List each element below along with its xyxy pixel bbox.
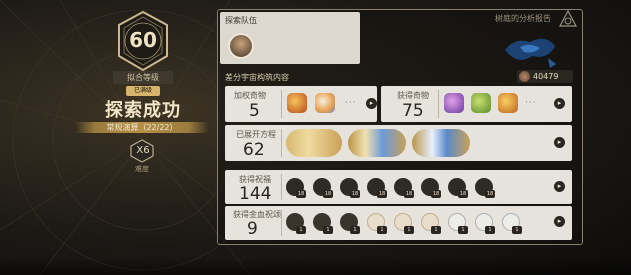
golden-blessing-badge: 1 [458, 226, 468, 234]
obtained-curios-label: 获得奇物 [397, 91, 429, 100]
more-curios-indicator: ··· [345, 98, 357, 108]
blessing-badge: 18 [485, 190, 495, 198]
blessings-arrow-icon[interactable]: ▸ [554, 181, 565, 192]
equations-label: 已展开方程 [236, 130, 276, 139]
obtained-curios-arrow-icon[interactable]: ▸ [554, 98, 565, 109]
score-value: 40479 [533, 72, 559, 81]
golden-blessing-badge: 1 [323, 226, 333, 234]
divider [438, 90, 439, 118]
golden-blessing-badge: 1 [377, 226, 387, 234]
player-avatar [519, 71, 530, 82]
character-avatar[interactable] [228, 33, 254, 59]
blessing-badge: 18 [350, 190, 360, 198]
golden-blessing-badge: 1 [404, 226, 414, 234]
equations-value: 62 [243, 140, 265, 160]
weighted-curios-value: 5 [249, 101, 260, 121]
mode-progress-bar: 常规演算（22/22） [75, 122, 209, 133]
blue-shard-decoration [505, 38, 556, 68]
golden-blessings-arrow-icon[interactable]: ▸ [554, 216, 565, 227]
section-title: 差分宇宙构筑内容 [225, 73, 289, 82]
curio-icon[interactable] [471, 93, 491, 113]
curio-icon[interactable] [444, 93, 464, 113]
blessing-badge: 18 [404, 190, 414, 198]
curio-icon[interactable] [498, 93, 518, 113]
more-curios-indicator: ··· [525, 98, 537, 108]
equations-arrow-icon[interactable]: ▸ [554, 137, 565, 148]
curio-icon[interactable] [287, 93, 307, 113]
divider [281, 174, 282, 200]
blessings-value: 144 [239, 184, 272, 204]
curio-icon[interactable] [315, 93, 335, 113]
golden-blessing-badge: 1 [350, 226, 360, 234]
difficulty-label: 难度 [135, 165, 149, 173]
bottom-shadow [0, 258, 631, 275]
equation-pill[interactable] [412, 129, 470, 157]
blessing-badge: 18 [458, 190, 468, 198]
result-title: 探索成功 [105, 100, 181, 121]
golden-blessings-value: 9 [247, 219, 258, 239]
golden-blessing-badge: 1 [296, 226, 306, 234]
difficulty-value: X6 [136, 145, 150, 156]
equation-pill[interactable] [348, 129, 406, 157]
triangle-emblem-icon[interactable] [558, 9, 578, 29]
blessing-badge: 18 [431, 190, 441, 198]
blessing-badge: 18 [377, 190, 387, 198]
divider [281, 210, 282, 236]
obtained-curios-value: 75 [402, 101, 424, 121]
divider [281, 90, 282, 118]
weighted-curios-arrow-icon[interactable]: ▸ [366, 98, 377, 109]
max-level-badge: 已满级 [126, 86, 160, 96]
blessing-badge: 18 [323, 190, 333, 198]
equation-pill[interactable] [286, 129, 342, 157]
golden-blessing-badge: 1 [431, 226, 441, 234]
analysis-report-link[interactable]: 树庭的分析报告 [495, 13, 551, 24]
weighted-curios-label: 加权奇物 [234, 91, 266, 100]
level-label: 拟合等级 [113, 71, 173, 84]
team-title: 探索队伍 [225, 16, 257, 25]
golden-blessing-badge: 1 [485, 226, 495, 234]
level-value: 60 [129, 28, 157, 52]
golden-blessing-badge: 1 [512, 226, 522, 234]
blessing-badge: 18 [296, 190, 306, 198]
divider [281, 129, 282, 157]
